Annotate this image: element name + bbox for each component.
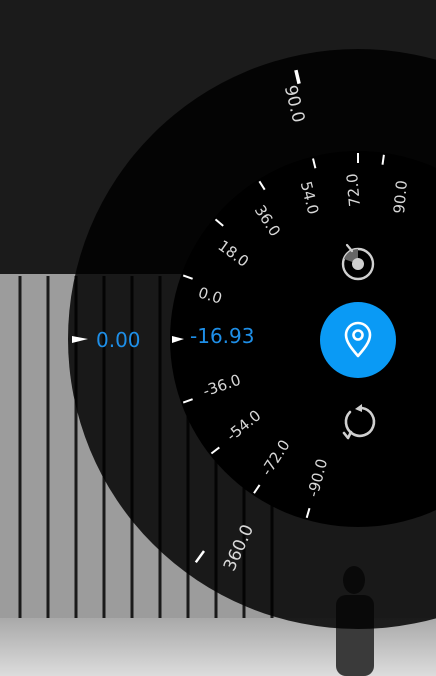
- reset-rotation-button[interactable]: [336, 400, 380, 444]
- tilt-level-button[interactable]: [336, 240, 380, 284]
- tilt-level-icon: [341, 243, 375, 281]
- inner-angle-readout: -16.93: [190, 324, 254, 348]
- outer-angle-readout: 0.00: [96, 328, 141, 352]
- inner-ring-tick: [381, 154, 385, 165]
- rotate-reset-icon: [342, 404, 376, 440]
- location-pin-icon: [344, 321, 372, 358]
- inner-ring-label-90: 90.0: [390, 180, 411, 215]
- location-button[interactable]: [320, 302, 396, 378]
- inner-ring-label-72: 72.0: [343, 173, 364, 208]
